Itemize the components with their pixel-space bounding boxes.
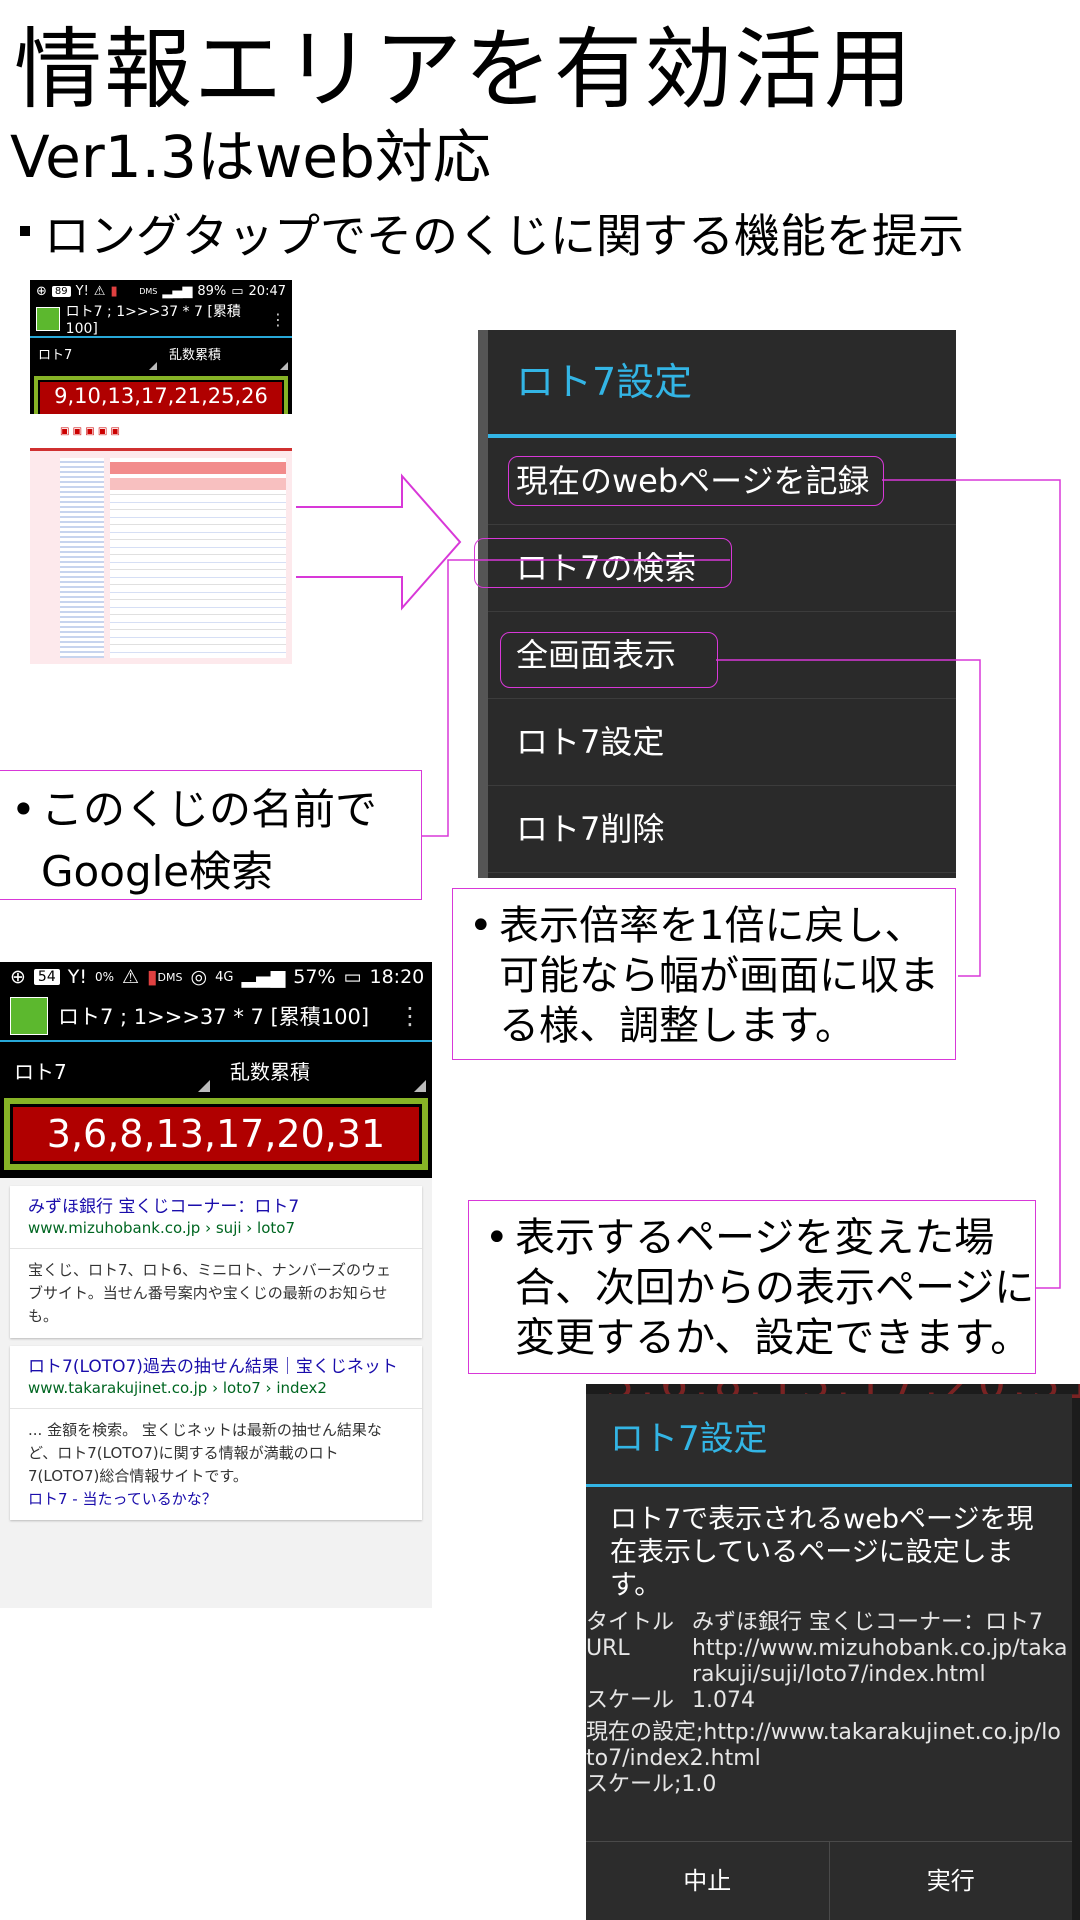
callout-fullscreen: 表示倍率を1倍に戻し、可能なら幅が画面に収まる様、調整します。 — [452, 888, 956, 1060]
url-label: URL — [586, 1636, 630, 1661]
battery-icon: ▭ — [343, 966, 362, 988]
callout-search-line1: このくじの名前で — [41, 785, 378, 834]
lottery-spinner[interactable]: ロト7 — [0, 1042, 216, 1098]
app-title: ロト7 ; 1>>>37 * 7 [累積100] — [58, 1005, 370, 1029]
app-logo-icon — [10, 997, 48, 1035]
dialog-info: タイトル みずほ銀行 宝くじコーナー：ロト7 URL http://www.mizu… — [586, 1608, 1072, 1798]
title-label: タイトル — [586, 1610, 675, 1635]
callout-search-line2: Google検索 — [41, 847, 274, 896]
yahoo-icon: Y! — [67, 966, 87, 988]
app-bar: ロト7 ; 1>>>37 * 7 [累積100] ⋮ — [0, 992, 432, 1042]
network-type: 4G — [215, 969, 234, 985]
confirm-dialog-screenshot: 3,6,8,13,17,20,31 ロト7設定 ロト7で表示されるwebページを… — [586, 1384, 1080, 1920]
moon-percent: 0% — [94, 970, 115, 984]
cancel-button[interactable]: 中止 — [586, 1842, 830, 1920]
signal-icon: ▂▄▆ — [241, 966, 286, 988]
callout-google-search: このくじの名前で Google検索 — [0, 770, 422, 900]
notification-count-badge: 54 — [33, 969, 60, 985]
clock: 18:20 — [369, 966, 425, 988]
result-sublink[interactable]: ロト7 - 当たっているかな？ — [28, 1488, 404, 1510]
search-result-card: ロト7(LOTO7)過去の抽せん結果｜宝くじネット www.takarakuji… — [10, 1346, 422, 1520]
scale-value: 1.074 — [692, 1688, 755, 1713]
nfc-icon: ◎ — [190, 966, 208, 988]
number-display: 3,6,8,13,17,20,31 — [4, 1098, 428, 1170]
execute-button[interactable]: 実行 — [830, 1842, 1073, 1920]
callout-page-setting: 表示するページを変えた場合、次回からの表示ページに変更するか、設定できます。 — [468, 1200, 1036, 1374]
overflow-menu-icon[interactable]: ⋮ — [398, 1002, 422, 1030]
result-url: www.mizuhobank.co.jp › suji › loto7 — [28, 1219, 296, 1237]
dialog-buttons: 中止 実行 — [586, 1841, 1072, 1920]
url-value: http://www.mizuhobank.co.jp/takarakuji/s… — [692, 1636, 1068, 1687]
title-value: みずほ銀行 宝くじコーナー：ロト7 — [692, 1610, 1043, 1635]
result-title-link[interactable]: みずほ銀行 宝くじコーナー：ロト7 — [28, 1196, 404, 1218]
generated-numbers[interactable]: 3,6,8,13,17,20,31 — [10, 1104, 422, 1164]
result-url: www.takarakujinet.co.jp › loto7 › index2 — [28, 1379, 327, 1397]
search-result-card: みずほ銀行 宝くじコーナー：ロト7 www.mizuhobank.co.jp ›… — [10, 1186, 422, 1338]
dialog-title: ロト7設定 — [586, 1394, 1072, 1487]
google-results-webview[interactable]: みずほ銀行 宝くじコーナー：ロト7 www.mizuhobank.co.jp ›… — [0, 1178, 432, 1608]
dms-label: DMS — [157, 970, 183, 984]
plus-icon: ⊕ — [10, 966, 26, 988]
result-title-link[interactable]: ロト7(LOTO7)過去の抽せん結果｜宝くじネット — [28, 1356, 404, 1378]
scale-label: スケール — [586, 1688, 675, 1713]
warning-icon: ⚠ — [122, 966, 140, 988]
phone-screenshot-large: ⊕ 54 Y! 0% ⚠ ▮ DMS ◎ 4G ▂▄▆ 57% ▭ 18:20 … — [0, 962, 432, 1608]
dialog-message: ロト7で表示されるwebページを現在表示しているページに設定します。 — [610, 1504, 1034, 1601]
set-webpage-dialog: ロト7設定 ロト7で表示されるwebページを現在表示しているページに設定します。… — [586, 1394, 1072, 1920]
current-scale: スケール;1.0 — [586, 1772, 717, 1797]
spinner-row: ロト7 乱数累積 — [0, 1042, 432, 1098]
mode-spinner[interactable]: 乱数累積 — [216, 1042, 432, 1098]
battery-percent: 57% — [293, 966, 336, 988]
status-bar: ⊕ 54 Y! 0% ⚠ ▮ DMS ◎ 4G ▂▄▆ 57% ▭ 18:20 — [0, 962, 432, 992]
callout-page-text: 表示するページを変えた場合、次回からの表示ページに変更するか、設定できます。 — [477, 1213, 1035, 1363]
result-snippet: ... 金額を検索。 宝くじネットは最新の抽せん結果など、ロト7(LOTO7)に… — [28, 1421, 382, 1485]
phone-icon: ▮ — [147, 966, 158, 988]
current-setting: 現在の設定;http://www.takarakujinet.co.jp/lot… — [586, 1720, 1061, 1771]
callout-fullscreen-text: 表示倍率を1倍に戻し、可能なら幅が画面に収まる様、調整します。 — [461, 901, 955, 1051]
result-snippet: 宝くじ、ロト7、ロト6、ミニロト、ナンバーズのウェブサイト。当せん番号案内や宝く… — [28, 1261, 392, 1325]
